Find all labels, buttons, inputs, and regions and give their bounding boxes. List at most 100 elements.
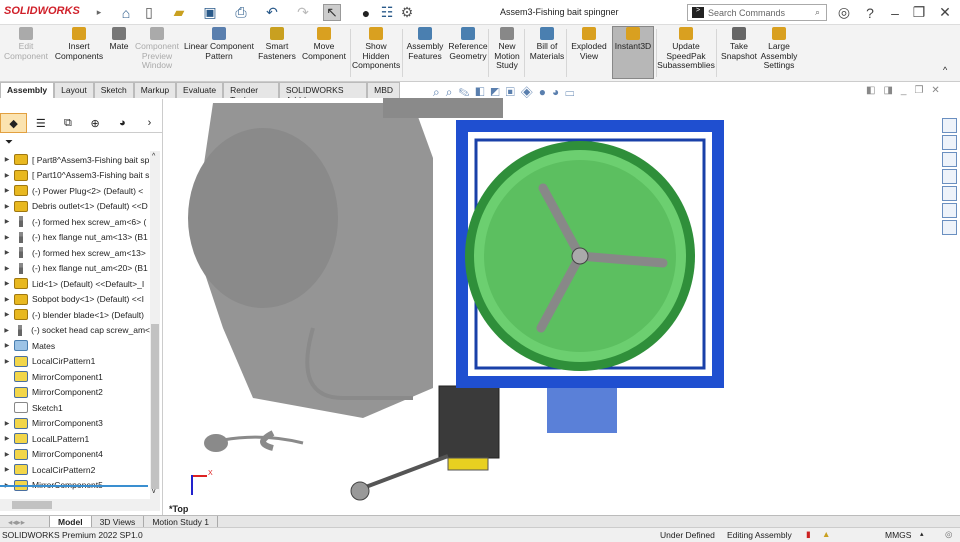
minimize-icon[interactable]: –	[886, 4, 904, 21]
solidworks-logo[interactable]: SOLIDWORKS	[4, 5, 80, 17]
ribbon-button-show-hidden-components[interactable]: Show Hidden Components	[352, 27, 400, 71]
solidworks-resources-icon[interactable]	[942, 118, 957, 133]
tree-horizontal-scrollbar[interactable]	[0, 499, 160, 511]
unit-system[interactable]: MMGS	[885, 530, 911, 540]
ribbon-button-instant3d[interactable]: Instant3D	[612, 26, 654, 79]
expand-arrow-icon[interactable]: ▶	[0, 218, 14, 225]
expand-arrow-icon[interactable]: ▶	[0, 187, 14, 194]
notifications-icon[interactable]: ◎	[945, 529, 952, 540]
tree-item[interactable]: ▶ MirrorComponent4	[0, 447, 150, 462]
display-manager-tab-icon[interactable]: ◕	[109, 113, 136, 133]
tree-scroll-thumb[interactable]	[151, 324, 159, 489]
options-gear-icon[interactable]: ⚙	[398, 4, 416, 21]
dimxpert-tab-icon[interactable]: ⊕	[82, 113, 109, 133]
tree-item[interactable]: ▶ MirrorComponent3	[0, 416, 150, 431]
design-library-icon[interactable]	[942, 135, 957, 150]
tree-item[interactable]: Sketch1	[0, 400, 150, 415]
open-icon[interactable]: ▰	[170, 4, 188, 21]
graphics-viewport[interactable]: ⌕⌕✎◧◩▣◈●◕▭ ◧◨_❐✕ X *Top	[163, 85, 960, 515]
expand-arrow-icon[interactable]: ▶	[0, 265, 14, 272]
tree-item[interactable]: ▶ Debris outlet<1> (Default) <<D	[0, 199, 150, 214]
tree-item[interactable]: ▶ Lid<1> (Default) <<Default>_I	[0, 276, 150, 291]
ribbon-button-smart-fasteners[interactable]: Smart Fasteners	[256, 27, 298, 61]
file-properties-icon[interactable]: ☷	[378, 4, 396, 21]
expand-arrow-icon[interactable]: ▶	[0, 466, 14, 473]
print-icon[interactable]: ⎙	[232, 4, 250, 21]
view-palette-icon[interactable]	[942, 169, 957, 184]
scroll-up-icon[interactable]: ^	[152, 153, 155, 160]
tab-markup[interactable]: Markup	[133, 82, 177, 98]
configurationmanager-tab-icon[interactable]: ⧉	[54, 113, 81, 133]
ribbon-button-take-snapshot[interactable]: Take Snapshot	[720, 27, 758, 61]
tree-item[interactable]: ▶ LocalCirPattern2	[0, 462, 150, 477]
ribbon-button-mate[interactable]: Mate	[106, 27, 132, 52]
propertymanager-tab-icon[interactable]: ☰	[27, 113, 54, 133]
assembly-model[interactable]	[163, 98, 960, 515]
tree-item[interactable]: ▶ Mates	[0, 338, 150, 353]
collapse-ribbon-icon[interactable]: ^	[943, 65, 947, 75]
rebuild-traffic-light-icon[interactable]: ●	[357, 4, 375, 21]
solidworks-forum-icon[interactable]	[942, 220, 957, 235]
tree-item[interactable]: ▶ [ Part10^Assem3-Fishing bait s	[0, 168, 150, 183]
home-icon[interactable]: ⌂	[117, 4, 135, 21]
custom-properties-icon[interactable]	[942, 203, 957, 218]
expand-arrow-icon[interactable]: ▶	[0, 280, 14, 287]
tree-item[interactable]: ▶ LocalCirPattern1	[0, 354, 150, 369]
tab-solidworks-add-ins[interactable]: SOLIDWORKS Add-Ins	[278, 82, 368, 105]
help-icon[interactable]: ?	[861, 4, 879, 21]
ribbon-button-linear-component-pattern[interactable]: Linear Component Pattern	[183, 27, 255, 61]
tree-item[interactable]: ▶ LocalLPattern1	[0, 431, 150, 446]
tab-layout[interactable]: Layout	[54, 82, 94, 98]
expand-arrow-icon[interactable]: ▶	[0, 249, 14, 256]
expand-arrow-icon[interactable]: ▶	[0, 234, 14, 241]
tree-item[interactable]: MirrorComponent2	[0, 385, 150, 400]
file-explorer-icon[interactable]	[942, 152, 957, 167]
ribbon-button-edit-component[interactable]: Edit Component	[2, 27, 50, 61]
expand-arrow-icon[interactable]: ▶	[0, 327, 13, 334]
select-icon[interactable]: ↖	[323, 4, 341, 21]
panel-tabs-next-icon[interactable]: ›	[136, 113, 163, 133]
expand-arrow-icon[interactable]: ▶	[0, 172, 14, 179]
tree-item[interactable]: ▶ (-) hex flange nut_am<20> (B1	[0, 261, 150, 276]
rollback-bar[interactable]	[0, 485, 148, 487]
tree-item[interactable]: ▶ [ Part8^Assem3-Fishing bait sp	[0, 152, 150, 167]
tree-item[interactable]: ▶ (-) blender blade<1> (Default)	[0, 307, 150, 322]
ribbon-button-bill-of-materials[interactable]: Bill of Materials	[527, 27, 567, 61]
search-commands-input[interactable]: > Search Commands ⌕	[687, 4, 827, 21]
tab-sketch[interactable]: Sketch	[93, 82, 134, 98]
ribbon-button-insert-components[interactable]: Insert Components	[50, 27, 108, 61]
filter-icon[interactable]: ⏷	[5, 137, 13, 148]
tree-item[interactable]: MirrorComponent1	[0, 369, 150, 384]
tree-item[interactable]: ▶ (-) Power Plug<2> (Default) <	[0, 183, 150, 198]
restore-icon[interactable]: ❐	[910, 4, 928, 21]
ribbon-button-assembly-features[interactable]: Assembly Features	[404, 27, 446, 61]
appearances-icon[interactable]	[942, 186, 957, 201]
expand-arrow-icon[interactable]: ▶	[0, 358, 14, 365]
tree-item[interactable]: ▶ (-) hex flange nut_am<13> (B1	[0, 230, 150, 245]
viewport-window-controls[interactable]: ◧◨_❐✕	[866, 85, 948, 96]
tab-evaluate[interactable]: Evaluate	[176, 82, 224, 98]
featuremanager-tab-icon[interactable]: ◆	[0, 113, 28, 133]
ribbon-button-component-preview-window[interactable]: Component Preview Window	[132, 27, 182, 71]
tab-assembly[interactable]: Assembly	[0, 82, 55, 98]
expand-arrow-icon[interactable]: ▶	[0, 203, 14, 210]
new-document-icon[interactable]: ▯	[140, 4, 158, 21]
expand-arrow-icon[interactable]: ▶	[0, 311, 14, 318]
redo-icon[interactable]: ↷	[294, 4, 312, 21]
quick-tips-icon[interactable]: ▲	[822, 529, 830, 539]
tree-item[interactable]: ▶ (-) socket head cap screw_am<	[0, 323, 150, 338]
tab-render-tools[interactable]: Render Tools	[223, 82, 279, 105]
ribbon-button-exploded-view[interactable]: Exploded View	[568, 27, 610, 61]
expand-arrow-icon[interactable]: ▶	[0, 420, 14, 427]
scroll-down-icon[interactable]: v	[152, 488, 156, 495]
tree-item[interactable]: ▶ (-) formed hex screw_am<13>	[0, 245, 150, 260]
ribbon-button-new-motion-study[interactable]: New Motion Study	[491, 27, 523, 71]
tree-item[interactable]: ▶ Sobpot body<1> (Default) <<I	[0, 292, 150, 307]
ribbon-button-update-speedpak-subassemblies[interactable]: Update SpeedPak Subassemblies	[657, 27, 715, 71]
undo-icon[interactable]: ↶	[263, 4, 281, 21]
account-icon[interactable]: ◎	[835, 4, 853, 21]
ribbon-button-move-component[interactable]: Move Component	[299, 27, 349, 61]
expand-arrow-icon[interactable]: ▶	[0, 342, 14, 349]
save-icon[interactable]: ▣	[201, 4, 219, 21]
expand-arrow-icon[interactable]: ▶	[0, 435, 14, 442]
